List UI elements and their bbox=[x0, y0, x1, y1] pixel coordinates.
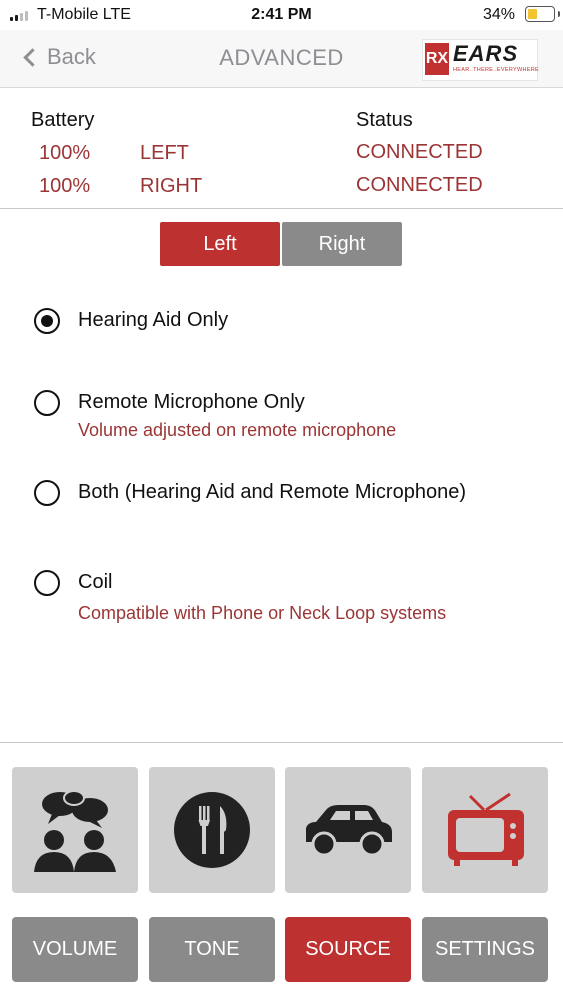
navigation-bar: Back ADVANCED RX EARS HEAR..THERE..EVERY… bbox=[0, 30, 563, 88]
tab-volume[interactable]: VOLUME bbox=[12, 917, 138, 982]
device-status-panel: Battery Status 100% LEFT CONNECTED 100% … bbox=[0, 88, 563, 209]
right-side-label: RIGHT bbox=[140, 175, 203, 197]
program-tile-restaurant[interactable] bbox=[149, 767, 275, 893]
logo-rx-mark: RX bbox=[425, 43, 449, 75]
radio-button[interactable] bbox=[34, 570, 60, 596]
rxears-logo: RX EARS HEAR..THERE..EVERYWHERE bbox=[422, 39, 539, 81]
option-description: Compatible with Phone or Neck Loop syste… bbox=[78, 603, 447, 623]
radio-button-selected[interactable] bbox=[34, 308, 60, 334]
ear-selector: Left Right bbox=[160, 222, 402, 266]
left-side-label: LEFT bbox=[140, 142, 189, 164]
option-label: Coil bbox=[78, 571, 113, 593]
option-remote-microphone-only[interactable]: Remote Microphone Only Volume adjusted o… bbox=[34, 390, 534, 446]
status-bar: T-Mobile LTE 2:41 PM 34% bbox=[0, 0, 563, 30]
option-description: Volume adjusted on remote microphone bbox=[78, 420, 397, 440]
right-battery-value: 100% bbox=[39, 175, 91, 197]
right-status-value: CONNECTED bbox=[356, 174, 483, 196]
program-tile-conversation[interactable] bbox=[12, 767, 138, 893]
logo-tagline: HEAR..THERE..EVERYWHERE bbox=[453, 67, 539, 73]
left-ear-button[interactable]: Left bbox=[160, 222, 280, 266]
left-status-value: CONNECTED bbox=[356, 141, 483, 163]
clock: 2:41 PM bbox=[251, 6, 312, 23]
battery-icon bbox=[525, 6, 555, 22]
status-header: Status bbox=[356, 109, 413, 131]
option-hearing-aid-only[interactable]: Hearing Aid Only bbox=[34, 308, 534, 338]
logo-brand: EARS bbox=[453, 41, 519, 66]
tab-tone[interactable]: TONE bbox=[149, 917, 275, 982]
option-label: Remote Microphone Only bbox=[78, 391, 305, 413]
left-battery-value: 100% bbox=[39, 142, 91, 164]
car-icon bbox=[306, 805, 392, 857]
conversation-icon bbox=[34, 790, 116, 872]
option-coil[interactable]: Coil Compatible with Phone or Neck Loop … bbox=[34, 570, 534, 630]
option-both[interactable]: Both (Hearing Aid and Remote Microphone) bbox=[34, 480, 534, 510]
battery-header: Battery bbox=[31, 109, 95, 131]
tv-icon bbox=[448, 792, 524, 866]
option-label: Both (Hearing Aid and Remote Microphone) bbox=[78, 481, 466, 503]
radio-button[interactable] bbox=[34, 480, 60, 506]
section-divider bbox=[0, 742, 563, 743]
battery-percent: 34% bbox=[482, 6, 515, 23]
program-tile-car[interactable] bbox=[285, 767, 411, 893]
radio-button[interactable] bbox=[34, 390, 60, 416]
program-tile-tv[interactable] bbox=[422, 767, 548, 893]
right-ear-button[interactable]: Right bbox=[282, 222, 402, 266]
tab-source[interactable]: SOURCE bbox=[285, 917, 411, 982]
option-label: Hearing Aid Only bbox=[78, 309, 229, 331]
tab-settings[interactable]: SETTINGS bbox=[422, 917, 548, 982]
restaurant-icon bbox=[174, 792, 250, 868]
